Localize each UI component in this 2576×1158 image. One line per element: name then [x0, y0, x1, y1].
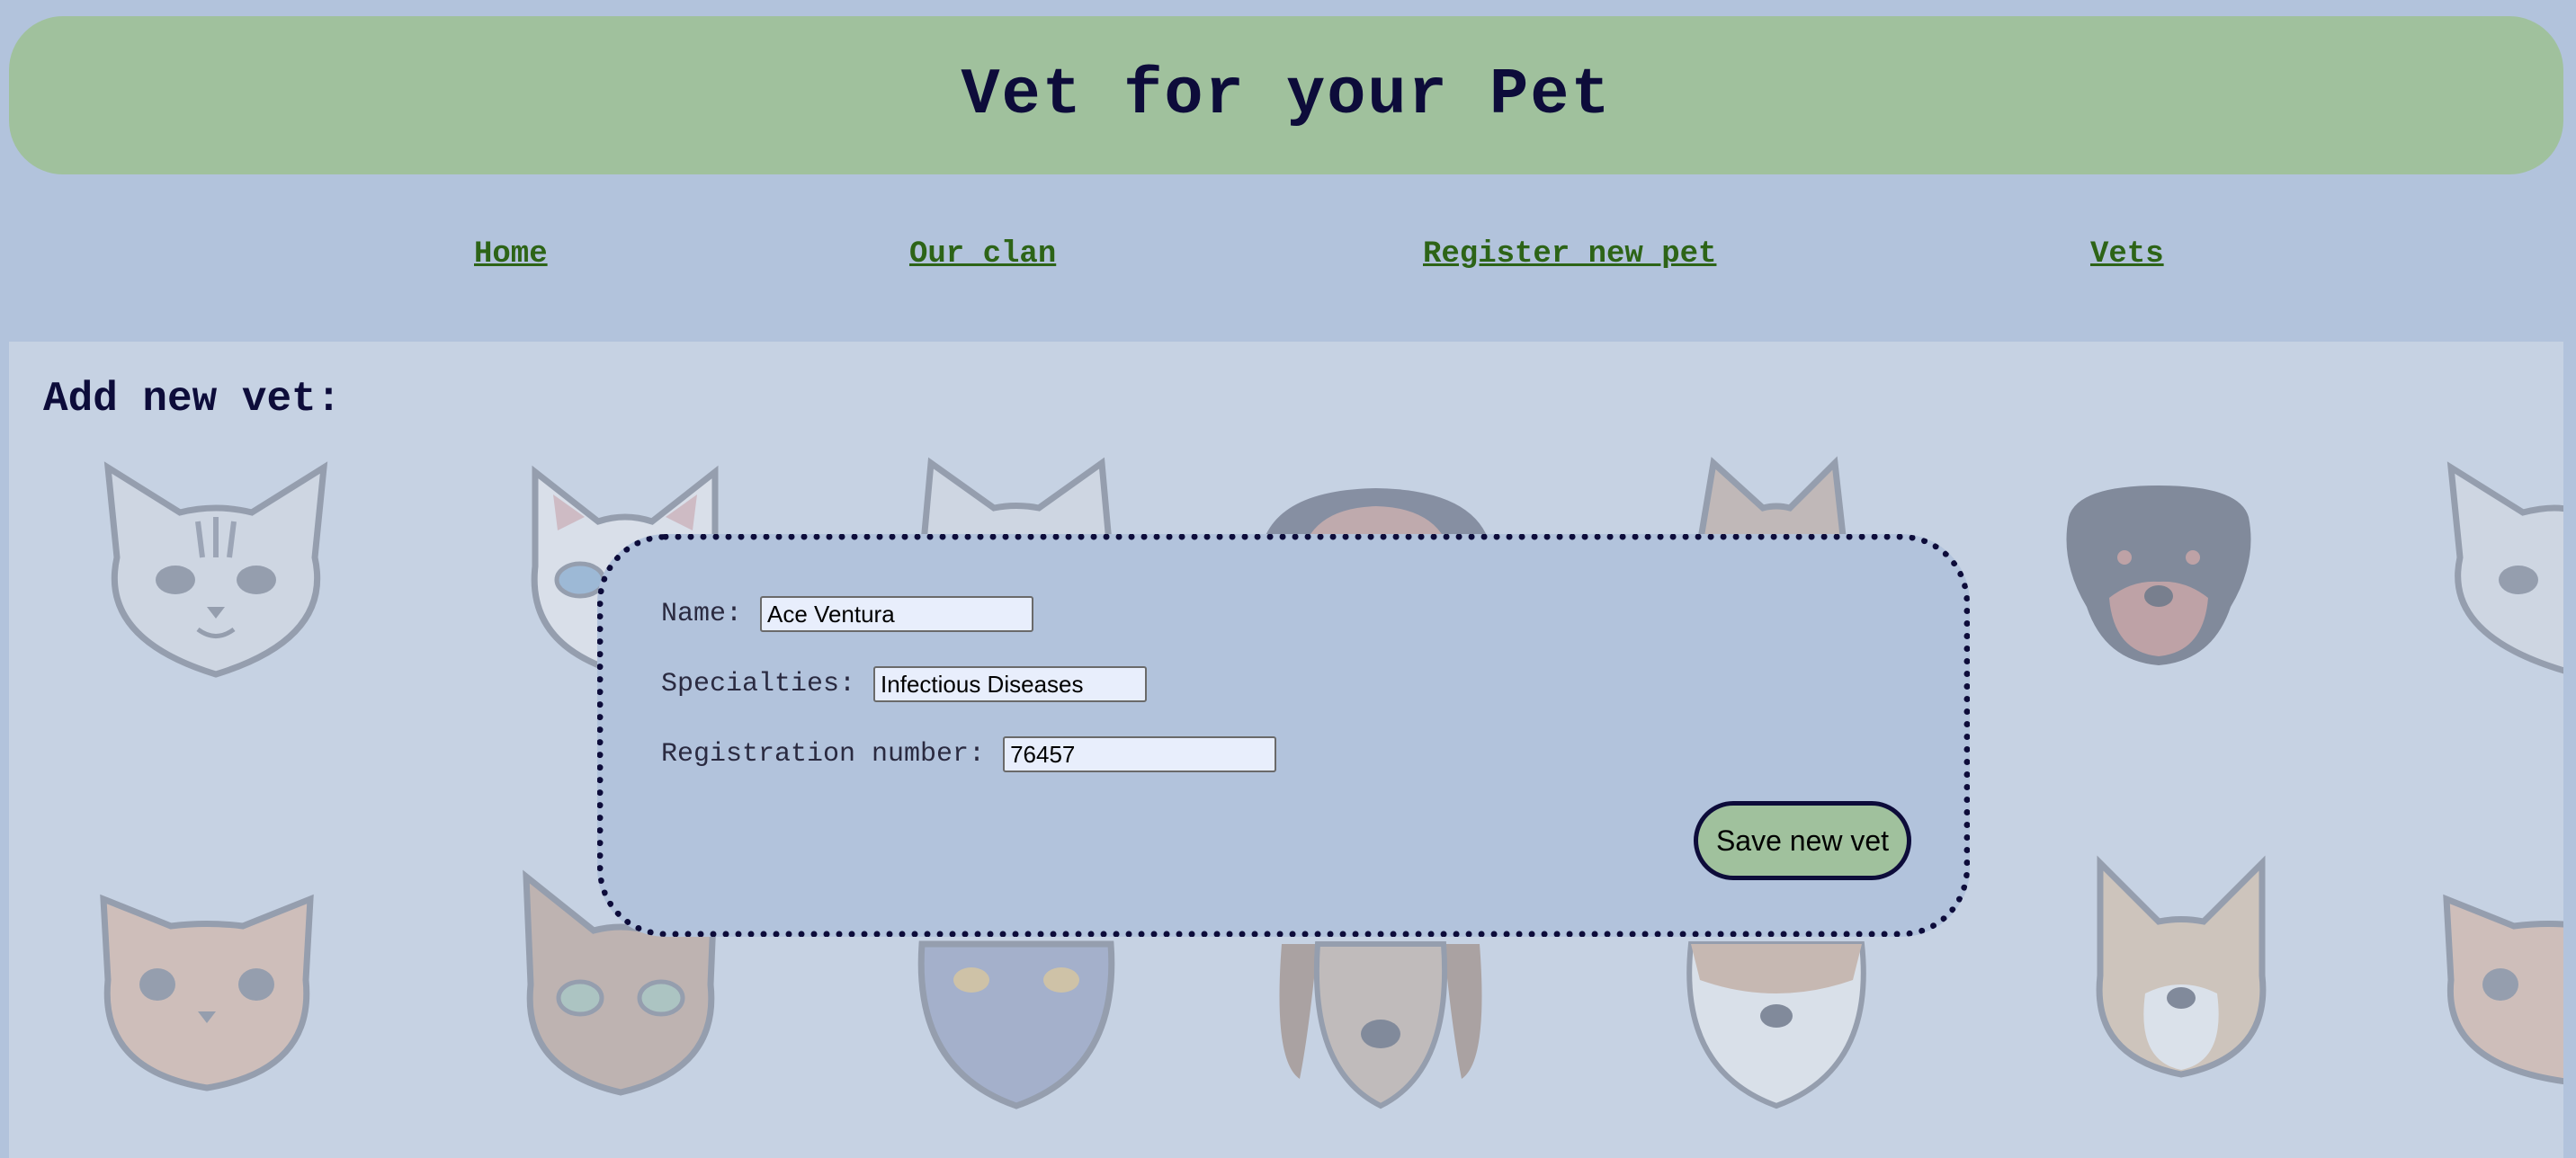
rottweiler-face-icon — [2066, 485, 2251, 665]
name-row: Name: — [661, 596, 1034, 632]
nav-link-our-clan[interactable]: Our clan — [909, 237, 1056, 272]
name-input[interactable] — [760, 596, 1034, 632]
beagle-face-icon — [1279, 941, 1482, 1109]
site-title: Vet for your Pet — [961, 58, 1612, 132]
nav-link-vets[interactable]: Vets — [2090, 237, 2164, 272]
nav-link-register-new-pet[interactable]: Register new pet — [1423, 237, 1716, 272]
cat-face-icon — [1696, 456, 1847, 544]
site-header: Vet for your Pet — [9, 16, 2563, 174]
shiba-face-icon — [1686, 941, 1866, 1109]
blue-cat-face-icon — [917, 940, 1115, 1109]
orange-cat-face-icon — [2443, 894, 2563, 1085]
name-label: Name: — [661, 599, 743, 629]
specialties-row: Specialties: — [661, 666, 1148, 702]
add-vet-form: Name: Specialties: Registration number: … — [597, 534, 1970, 937]
corgi-face-icon — [2096, 855, 2267, 1078]
nav-link-home[interactable]: Home — [474, 237, 548, 272]
cat-face-icon — [2446, 461, 2563, 674]
cat-face-icon — [103, 461, 328, 678]
specialties-label: Specialties: — [661, 669, 856, 699]
page-heading: Add new vet: — [43, 376, 342, 423]
save-new-vet-button[interactable]: Save new vet — [1694, 801, 1911, 880]
registration-number-row: Registration number: — [661, 736, 1277, 772]
registration-number-input[interactable] — [1003, 736, 1277, 772]
orange-cat-face-icon — [100, 894, 314, 1091]
specialties-input[interactable] — [873, 666, 1148, 702]
registration-number-label: Registration number: — [661, 739, 986, 770]
